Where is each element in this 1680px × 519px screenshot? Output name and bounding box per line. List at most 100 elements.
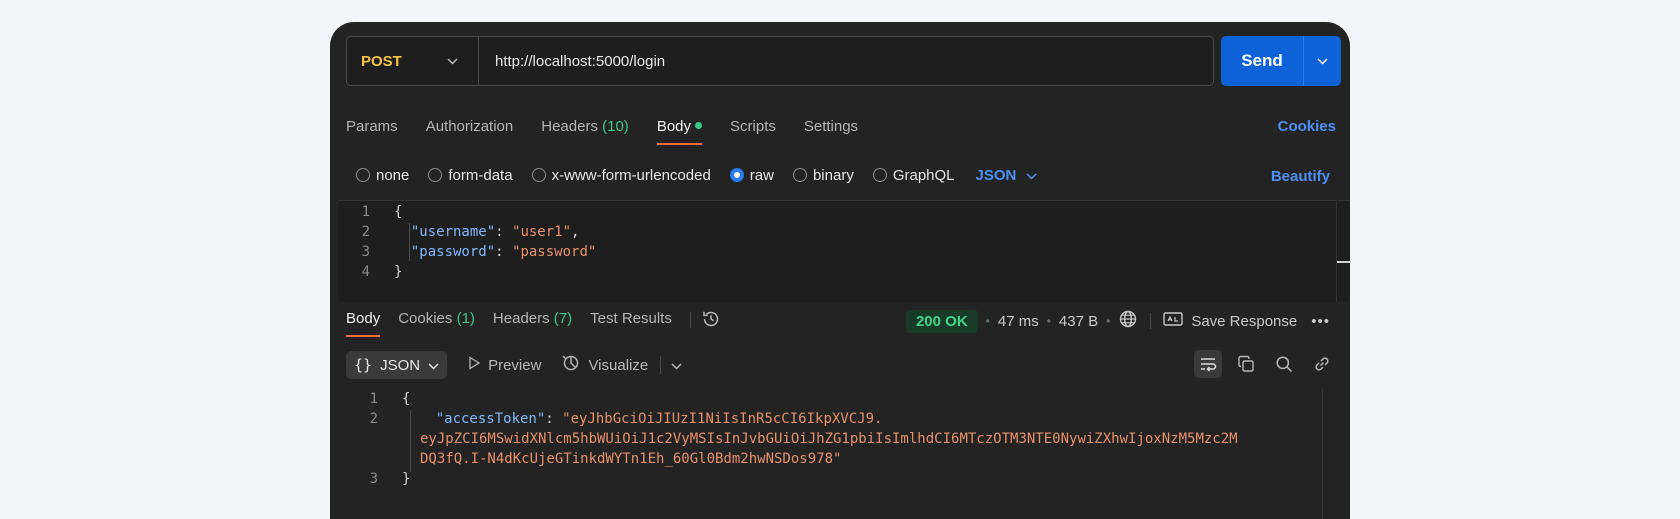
code-line-wrapped: DQ3fQ.I-N4dKcUjeGTinkdWYTn1Eh_60Gl0Bdm2h… [338,449,1350,469]
resp-tab-cookies[interactable]: Cookies (1) [398,310,475,337]
indent-guide [410,410,411,472]
response-format-select[interactable]: {} JSON [346,351,448,379]
separator-dot: • [1046,314,1051,328]
preview-button[interactable]: Preview [467,356,541,374]
tab-authorization[interactable]: Authorization [426,118,514,145]
code-line: 3 "password": "password" [338,242,1350,262]
save-response-button[interactable]: Save Response [1163,311,1297,331]
code-line: 1 { [338,389,1350,409]
history-icon[interactable] [701,309,721,333]
json-string: "password" [512,244,597,260]
response-status-bar: 200 OK • 47 ms • 437 B • Save Response •… [905,309,1330,333]
resp-tab-body[interactable]: Body [346,310,381,337]
body-type-options: none form-data x-www-form-urlencoded raw… [356,160,1037,190]
radio-form-data[interactable]: form-data [428,166,513,184]
code-text: { [402,391,411,407]
resp-tab-test-results[interactable]: Test Results [590,310,672,337]
send-button-group: Send [1221,36,1341,86]
divider [689,312,691,328]
response-tabs: Body Cookies (1) Headers (7) Test Result… [346,310,721,344]
search-icon[interactable] [1270,350,1298,378]
radio-none[interactable]: none [356,167,409,184]
cookies-count: (1) [456,310,475,327]
visualize-label: Visualize [588,356,649,374]
resp-tab-cookies-label: Cookies [398,310,453,327]
cookies-link[interactable]: Cookies [1278,118,1336,135]
resp-tab-headers-label: Headers [492,310,550,327]
radio-raw[interactable]: raw [729,167,774,184]
code-text: } [402,471,411,487]
tab-params[interactable]: Params [346,118,398,145]
response-time[interactable]: 47 ms [998,313,1039,330]
save-icon [1163,311,1184,331]
divider [660,356,662,374]
json-string: "eyJhbGciOiJIUzI1NiIsInR5cCI6IkpXVCJ9. [562,411,883,427]
url-input[interactable]: http://localhost:5000/login [479,53,665,70]
chevron-down-icon [428,357,439,374]
method-select[interactable]: POST [347,37,479,85]
code-line: 2 "accessToken": "eyJhbGciOiJIUzI1NiIsIn… [338,409,1350,429]
radio-label: form-data [448,166,513,184]
wrap-lines-icon[interactable] [1194,350,1222,378]
code-line: 4 } [338,262,1350,282]
link-icon[interactable] [1308,350,1336,378]
code-text: "password": "password" [410,244,597,260]
radio-urlencoded[interactable]: x-www-form-urlencoded [531,167,711,184]
json-string-wrapped: DQ3fQ.I-N4dKcUjeGTinkdWYTn1Eh_60Gl0Bdm2h… [420,451,842,467]
chevron-down-icon[interactable] [671,357,682,374]
divider [1150,313,1152,329]
tab-body[interactable]: Body [656,118,703,145]
code-line: 3 } [338,469,1350,489]
resp-tab-headers[interactable]: Headers (7) [493,310,572,337]
body-format-select[interactable]: JSON [976,167,1038,184]
code-text: { [394,204,403,220]
copy-icon[interactable] [1232,350,1260,378]
tab-scripts[interactable]: Scripts [730,118,776,145]
indent-guide [409,223,410,261]
visualize-icon [561,353,581,377]
chevron-down-icon [1317,52,1328,70]
visualize-button[interactable]: Visualize [561,353,648,377]
status-badge[interactable]: 200 OK [905,309,978,333]
line-number: 4 [361,264,370,280]
radio-circle-checked [729,168,744,182]
send-dropdown-button[interactable] [1303,36,1341,86]
tab-headers-label: Headers [541,118,598,135]
more-options-icon[interactable]: ••• [1311,313,1330,330]
modified-dot-icon [695,121,703,129]
radio-label: binary [812,166,854,184]
tab-body-label: Body [656,118,692,135]
chevron-down-icon [447,57,458,65]
beautify-button[interactable]: Beautify [1271,168,1330,185]
code-text: } [394,264,403,280]
response-scrollbar[interactable] [1322,388,1336,519]
radio-label: GraphQL [892,166,955,184]
json-key: "username" [410,224,496,240]
request-tabs: Params Authorization Headers (10) Body S… [346,118,1336,154]
postman-window: POST http://localhost:5000/login Send Pa… [330,22,1350,519]
radio-binary[interactable]: binary [792,166,854,184]
code-line: 2 "username": "user1", [338,222,1350,242]
headers-count: (7) [553,310,573,327]
response-size[interactable]: 437 B [1059,313,1098,330]
code-text: "accessToken": "eyJhbGciOiJIUzI1NiIsInR5… [435,411,883,427]
response-body-viewer[interactable]: 1 { 2 "accessToken": "eyJhbGciOiJIUzI1Ni… [338,388,1350,519]
line-number: 3 [361,244,370,260]
request-body-editor[interactable]: 1 { 2 "username": "user1", 3 "password":… [338,200,1350,302]
separator-dot: • [985,314,990,328]
radio-graphql[interactable]: GraphQL [872,166,955,184]
globe-icon[interactable] [1118,309,1138,333]
line-number: 2 [369,411,378,427]
send-button[interactable]: Send [1221,36,1303,86]
braces-icon: {} [354,356,373,374]
response-actions [1194,350,1336,378]
line-number: 3 [369,471,378,487]
play-icon [467,356,481,374]
tab-headers[interactable]: Headers (10) [541,118,629,145]
preview-label: Preview [488,356,542,374]
radio-circle [792,168,807,182]
tab-settings[interactable]: Settings [804,118,858,145]
editor-scrollbar[interactable] [1336,201,1350,302]
response-toolbar: {} JSON Preview Visualize [346,350,1336,380]
radio-circle [428,168,443,182]
